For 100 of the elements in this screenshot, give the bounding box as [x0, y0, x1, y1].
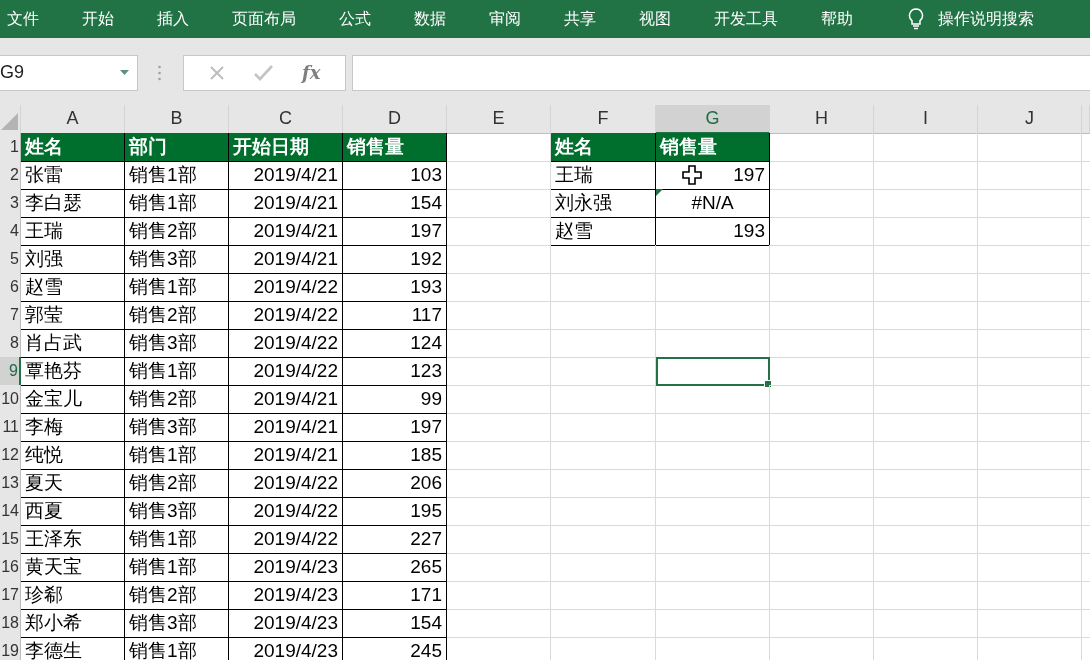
empty-cell[interactable] — [551, 609, 656, 638]
empty-cell[interactable] — [874, 413, 978, 442]
empty-cell[interactable] — [874, 273, 978, 302]
empty-cell[interactable] — [656, 273, 770, 302]
empty-cell[interactable] — [874, 217, 978, 246]
empty-cell[interactable] — [447, 189, 551, 218]
empty-cell[interactable] — [447, 385, 551, 414]
ribbon-tab[interactable]: 帮助 — [821, 8, 853, 30]
row-number[interactable]: 11 — [0, 413, 21, 442]
row-number[interactable]: 1 — [0, 133, 21, 162]
column-header[interactable]: I — [874, 105, 978, 134]
empty-cell[interactable] — [978, 329, 1082, 358]
formula-input[interactable] — [352, 54, 1090, 91]
empty-cell[interactable] — [874, 553, 978, 582]
error-indicator-icon[interactable] — [656, 189, 663, 196]
empty-cell[interactable] — [874, 609, 978, 638]
empty-cell[interactable] — [770, 385, 874, 414]
empty-cell[interactable] — [447, 217, 551, 246]
row-number[interactable]: 17 — [0, 581, 21, 610]
empty-cell[interactable] — [874, 329, 978, 358]
empty-cell[interactable] — [874, 469, 978, 498]
empty-cell[interactable] — [551, 385, 656, 414]
select-all-icon[interactable] — [1, 113, 18, 130]
empty-cell[interactable] — [874, 581, 978, 610]
row-number[interactable]: 10 — [0, 385, 21, 414]
empty-cell[interactable] — [978, 385, 1082, 414]
empty-cell[interactable] — [770, 553, 874, 582]
row-number[interactable]: 2 — [0, 161, 21, 190]
empty-cell[interactable] — [447, 497, 551, 526]
ribbon-tab[interactable]: 文件 — [7, 8, 39, 30]
empty-cell[interactable] — [978, 301, 1082, 330]
empty-cell[interactable] — [447, 469, 551, 498]
row-number[interactable]: 8 — [0, 329, 21, 358]
empty-cell[interactable] — [656, 525, 770, 554]
row-number[interactable]: 16 — [0, 553, 21, 582]
empty-cell[interactable] — [551, 273, 656, 302]
empty-cell[interactable] — [978, 273, 1082, 302]
empty-cell[interactable] — [447, 161, 551, 190]
empty-cell[interactable] — [551, 301, 656, 330]
row-number[interactable]: 5 — [0, 245, 21, 274]
empty-cell[interactable] — [978, 189, 1082, 218]
empty-cell[interactable] — [447, 301, 551, 330]
empty-cell[interactable] — [770, 329, 874, 358]
empty-cell[interactable] — [874, 497, 978, 526]
checkmark-icon[interactable] — [253, 64, 273, 81]
empty-cell[interactable] — [874, 133, 978, 162]
empty-cell[interactable] — [551, 441, 656, 470]
selected-cell[interactable] — [656, 357, 770, 386]
empty-cell[interactable] — [874, 441, 978, 470]
empty-cell[interactable] — [656, 469, 770, 498]
empty-cell[interactable] — [551, 581, 656, 610]
empty-cell[interactable] — [770, 301, 874, 330]
empty-cell[interactable] — [978, 469, 1082, 498]
empty-cell[interactable] — [656, 553, 770, 582]
row-number[interactable]: 15 — [0, 525, 21, 554]
empty-cell[interactable] — [447, 553, 551, 582]
empty-cell[interactable] — [978, 497, 1082, 526]
empty-cell[interactable] — [770, 497, 874, 526]
ribbon-tab[interactable]: 页面布局 — [232, 8, 296, 30]
ribbon-tab[interactable]: 审阅 — [489, 8, 521, 30]
empty-cell[interactable] — [978, 217, 1082, 246]
column-header[interactable]: H — [770, 105, 874, 134]
row-number[interactable]: 9 — [0, 357, 21, 386]
empty-cell[interactable] — [770, 525, 874, 554]
empty-cell[interactable] — [447, 441, 551, 470]
empty-cell[interactable] — [874, 385, 978, 414]
empty-cell[interactable] — [551, 525, 656, 554]
empty-cell[interactable] — [978, 581, 1082, 610]
empty-cell[interactable] — [978, 161, 1082, 190]
row-number[interactable]: 13 — [0, 469, 21, 498]
insert-function-button[interactable]: fx — [301, 62, 321, 83]
empty-cell[interactable] — [656, 245, 770, 274]
empty-cell[interactable] — [447, 273, 551, 302]
empty-cell[interactable] — [770, 581, 874, 610]
empty-cell[interactable] — [551, 469, 656, 498]
empty-cell[interactable] — [770, 357, 874, 386]
ribbon-tab[interactable]: 开发工具 — [714, 8, 778, 30]
empty-cell[interactable] — [447, 413, 551, 442]
empty-cell[interactable] — [978, 525, 1082, 554]
row-number[interactable]: 6 — [0, 273, 21, 302]
empty-cell[interactable] — [551, 413, 656, 442]
empty-cell[interactable] — [874, 357, 978, 386]
empty-cell[interactable] — [978, 357, 1082, 386]
empty-cell[interactable] — [656, 301, 770, 330]
empty-cell[interactable] — [447, 329, 551, 358]
row-number[interactable]: 4 — [0, 217, 21, 246]
empty-cell[interactable] — [978, 245, 1082, 274]
row-number[interactable]: 3 — [0, 189, 21, 218]
empty-cell[interactable] — [656, 385, 770, 414]
empty-cell[interactable] — [447, 609, 551, 638]
empty-cell[interactable] — [770, 217, 874, 246]
empty-cell[interactable] — [447, 581, 551, 610]
empty-cell[interactable] — [656, 581, 770, 610]
empty-cell[interactable] — [656, 413, 770, 442]
empty-cell[interactable] — [770, 609, 874, 638]
row-number[interactable]: 12 — [0, 441, 21, 470]
empty-cell[interactable] — [551, 357, 656, 386]
ribbon-tab[interactable]: 数据 — [414, 8, 446, 30]
row-number[interactable]: 14 — [0, 497, 21, 526]
empty-cell[interactable] — [656, 441, 770, 470]
